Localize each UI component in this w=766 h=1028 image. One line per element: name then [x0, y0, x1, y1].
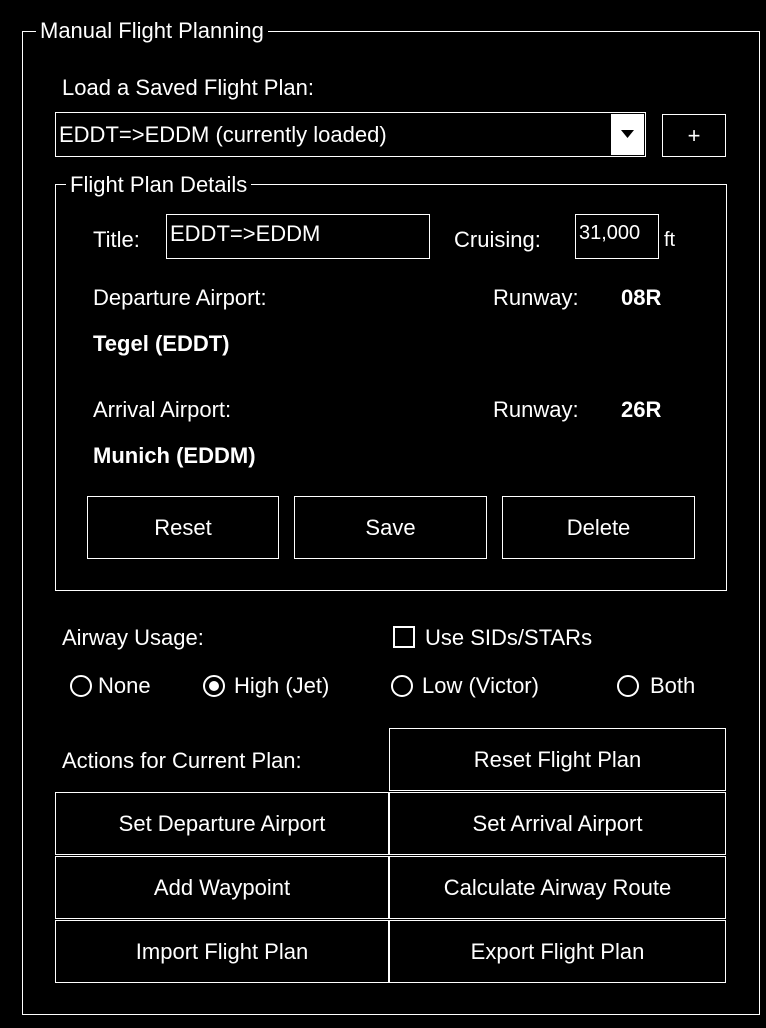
- use-sids-stars-checkbox[interactable]: [393, 626, 415, 648]
- import-flight-plan-button[interactable]: Import Flight Plan: [55, 920, 389, 983]
- airway-both-label: Both: [650, 673, 696, 698]
- reset-flight-plan-button[interactable]: Reset Flight Plan: [389, 728, 726, 791]
- cruising-altitude-input[interactable]: 31,000: [575, 214, 659, 259]
- chevron-down-icon: [621, 130, 634, 138]
- title-input[interactable]: EDDT=>EDDM: [166, 214, 430, 259]
- reset-button[interactable]: Reset: [87, 496, 279, 559]
- departure-runway-label: Runway:: [493, 285, 579, 310]
- panel-title: Manual Flight Planning: [36, 18, 268, 44]
- actions-label: Actions for Current Plan:: [62, 748, 302, 773]
- arrival-airport-value: Munich (EDDM): [93, 443, 256, 468]
- add-waypoint-button[interactable]: Add Waypoint: [55, 856, 389, 919]
- delete-button[interactable]: Delete: [502, 496, 695, 559]
- title-label: Title:: [93, 227, 140, 252]
- set-departure-airport-button[interactable]: Set Departure Airport: [55, 792, 389, 855]
- airway-both-radio[interactable]: [617, 675, 639, 697]
- arrival-airport-label: Arrival Airport:: [93, 397, 232, 422]
- airway-none-radio[interactable]: [70, 675, 92, 697]
- add-flight-plan-button[interactable]: +: [662, 114, 726, 157]
- cruising-label: Cruising:: [454, 227, 541, 252]
- load-saved-label: Load a Saved Flight Plan:: [62, 75, 314, 100]
- arrival-runway-value: 26R: [621, 397, 662, 422]
- save-button[interactable]: Save: [294, 496, 487, 559]
- airway-high-jet-radio[interactable]: [203, 675, 225, 697]
- radio-selected-dot: [209, 681, 219, 691]
- details-title: Flight Plan Details: [66, 172, 252, 198]
- airway-usage-label: Airway Usage:: [62, 625, 204, 650]
- export-flight-plan-button[interactable]: Export Flight Plan: [389, 920, 726, 983]
- airway-high-jet-label: High (Jet): [234, 673, 330, 698]
- cruising-unit: ft: [664, 229, 676, 251]
- saved-plan-value: EDDT=>EDDM (currently loaded): [59, 121, 387, 147]
- airway-low-victor-radio[interactable]: [391, 675, 413, 697]
- airway-low-victor-label: Low (Victor): [422, 673, 539, 698]
- departure-runway-value: 08R: [621, 285, 662, 310]
- saved-plan-select[interactable]: EDDT=>EDDM (currently loaded): [55, 112, 646, 157]
- departure-airport-value: Tegel (EDDT): [93, 331, 230, 356]
- calculate-airway-route-button[interactable]: Calculate Airway Route: [389, 856, 726, 919]
- dropdown-arrow-button[interactable]: [611, 114, 644, 155]
- set-arrival-airport-button[interactable]: Set Arrival Airport: [389, 792, 726, 855]
- departure-airport-label: Departure Airport:: [93, 285, 267, 310]
- arrival-runway-label: Runway:: [493, 397, 579, 422]
- airway-none-label: None: [98, 673, 151, 698]
- use-sids-stars-label: Use SIDs/STARs: [425, 625, 593, 650]
